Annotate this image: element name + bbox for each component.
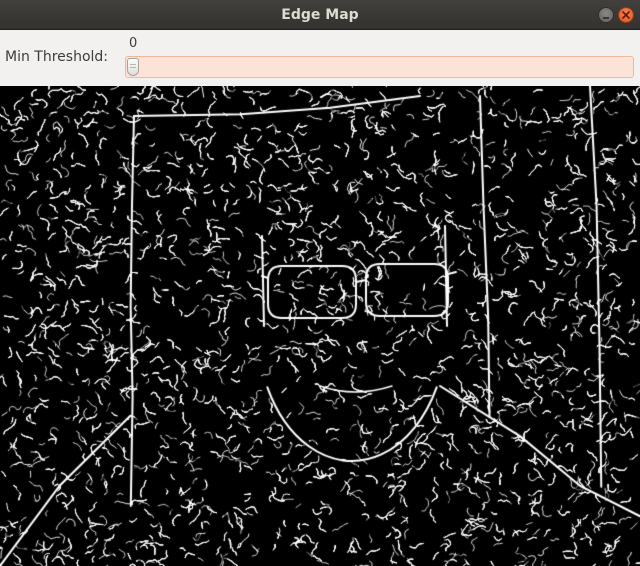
title-bar[interactable]: Edge Map [0,0,640,30]
minimize-icon[interactable] [598,7,614,23]
edge-map-window: Edge Map Min Threshold: 0 [0,0,640,566]
min-threshold-value: 0 [129,36,138,51]
close-icon[interactable] [618,7,634,23]
min-threshold-slider[interactable] [125,56,634,78]
edge-map-image [0,86,640,566]
min-threshold-label: Min Threshold: [5,49,109,65]
threshold-controls: Min Threshold: 0 [0,30,640,86]
window-title: Edge Map [281,7,359,23]
min-threshold-slider-handle[interactable] [127,58,139,76]
